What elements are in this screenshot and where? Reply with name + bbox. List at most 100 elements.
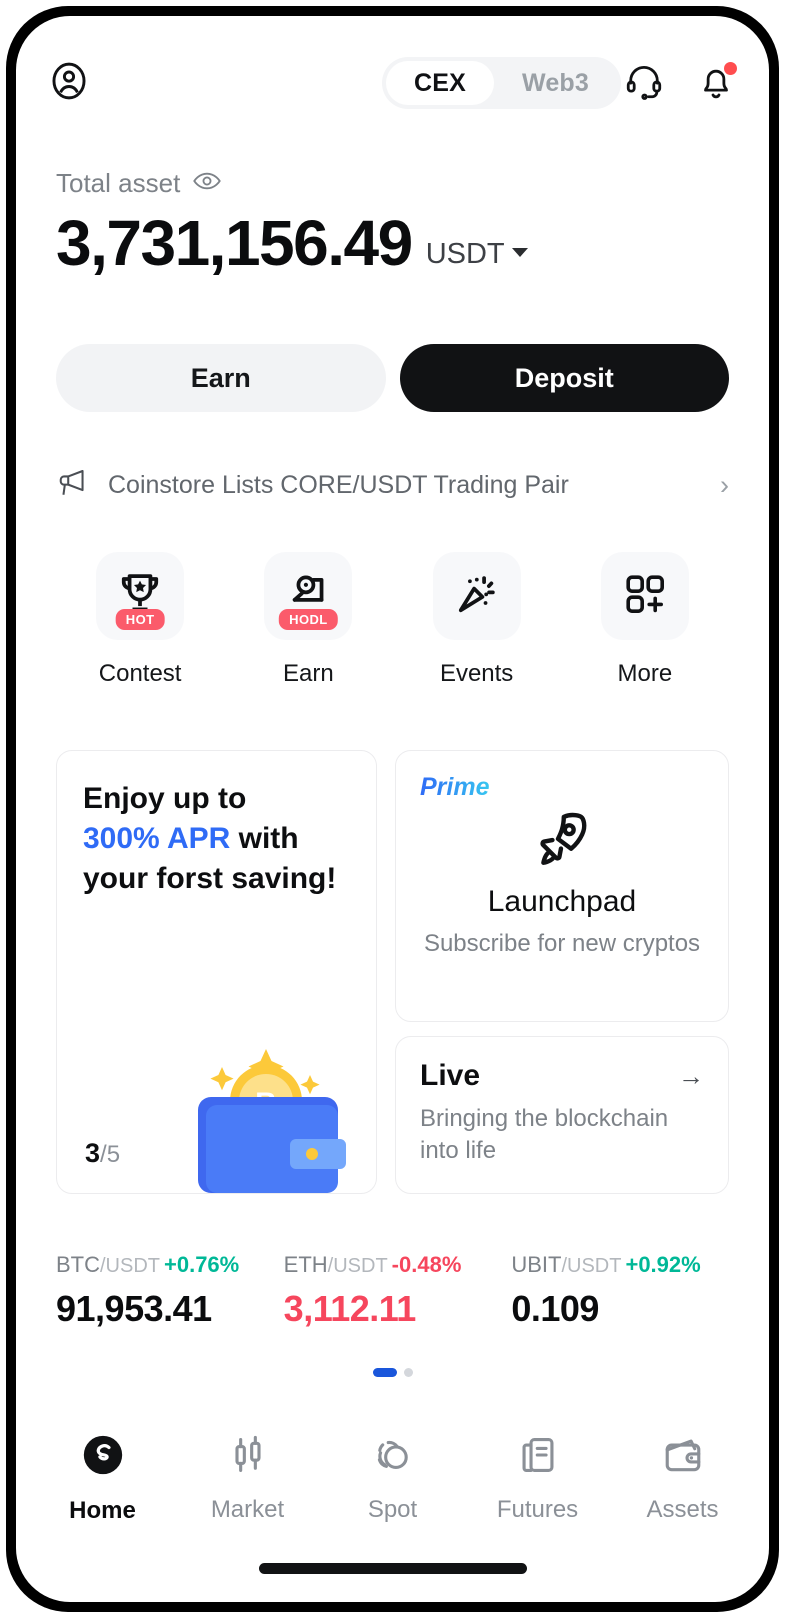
currency-selector[interactable]: USDT bbox=[426, 238, 528, 271]
launchpad-subtitle: Subscribe for new cryptos bbox=[423, 930, 701, 957]
notifications-button[interactable] bbox=[693, 60, 739, 106]
spot-circles-icon bbox=[371, 1433, 415, 1482]
tab-label-home: Home bbox=[69, 1496, 136, 1524]
promo-line-3: your forst saving! bbox=[83, 862, 337, 896]
wallet-bitcoin-icon: B bbox=[162, 1023, 362, 1193]
ticker-btc-price: 91,953.41 bbox=[56, 1288, 212, 1329]
profile-avatar-button[interactable] bbox=[46, 60, 92, 106]
megaphone-icon bbox=[56, 468, 90, 503]
right-card-column: Prime Launchpad Subscribe for new crypto… bbox=[395, 750, 729, 1194]
quick-action-label-earn: Earn bbox=[283, 660, 334, 687]
eye-icon[interactable] bbox=[192, 170, 222, 197]
tab-home[interactable]: Home bbox=[30, 1422, 175, 1534]
currency-label: USDT bbox=[425, 238, 505, 270]
announcement-banner[interactable]: Coinstore Lists CORE/USDT Trading Pair › bbox=[56, 456, 729, 514]
home-indicator bbox=[258, 1563, 527, 1574]
ticker-pagination[interactable] bbox=[16, 1368, 769, 1377]
toggle-option-web3[interactable]: Web3 bbox=[494, 61, 617, 105]
tab-futures[interactable]: Futures bbox=[465, 1422, 610, 1534]
announcement-text: Coinstore Lists CORE/USDT Trading Pair bbox=[108, 470, 569, 499]
bottom-tab-bar: Home Market Spot Futures Assets bbox=[16, 1422, 769, 1534]
prime-tag: Prime bbox=[420, 773, 490, 801]
more-tile[interactable] bbox=[600, 552, 689, 640]
carousel-counter: 3/5 bbox=[85, 1138, 120, 1169]
ticker-eth-price: 3,112.11 bbox=[283, 1288, 417, 1329]
tab-market[interactable]: Market bbox=[175, 1422, 320, 1534]
quick-actions: HOT Contest HODL Earn Events More bbox=[56, 552, 729, 688]
launchpad-title: Launchpad bbox=[487, 885, 637, 918]
quick-action-events[interactable]: Events bbox=[393, 552, 561, 688]
headset-icon bbox=[623, 60, 665, 107]
topbar-actions bbox=[621, 60, 739, 106]
tab-label-market: Market bbox=[210, 1495, 285, 1523]
ticker-ubit-price: 0.109 bbox=[511, 1288, 599, 1329]
promo-headline: Enjoy up to 300% APR with your forst sav… bbox=[83, 779, 350, 900]
carousel-total: /5 bbox=[100, 1141, 121, 1168]
chevron-right-icon: › bbox=[720, 469, 729, 500]
wallet-icon bbox=[661, 1433, 705, 1482]
tab-label-spot: Spot bbox=[367, 1495, 418, 1523]
promo-accent: 300% APR bbox=[83, 822, 231, 856]
pagination-dot[interactable] bbox=[403, 1368, 413, 1377]
total-asset-row: Total asset bbox=[56, 168, 729, 199]
saving-promo-card[interactable]: Enjoy up to 300% APR with your forst sav… bbox=[56, 750, 377, 1194]
tab-spot[interactable]: Spot bbox=[320, 1422, 465, 1534]
logo-s-icon bbox=[80, 1432, 126, 1483]
promo-line-2-tail: with bbox=[230, 822, 299, 856]
balance-section: Total asset 3,731,156.49 USDT bbox=[56, 168, 729, 275]
ticker-strip: BTC/USDT +0.76% 91,953.41 ETH/USDT -0.48% … bbox=[56, 1252, 739, 1330]
phone-frame: CEX Web3 Total asset 3,731,156.49 USDT E… bbox=[6, 6, 779, 1612]
ticker-btc-head: BTC/USDT +0.76% bbox=[56, 1252, 284, 1278]
contest-tile[interactable]: HOT bbox=[96, 552, 185, 640]
primary-actions: Earn Deposit bbox=[56, 344, 729, 412]
ticker-eth-quote: /USDT bbox=[327, 1255, 388, 1277]
ticker-eth-head: ETH/USDT -0.48% bbox=[284, 1252, 512, 1278]
quick-action-earn[interactable]: HODL Earn bbox=[224, 552, 392, 688]
document-icon bbox=[516, 1433, 560, 1482]
quick-action-label-more: More bbox=[617, 660, 673, 687]
pagination-dot-active[interactable] bbox=[372, 1368, 397, 1377]
carousel-current: 3 bbox=[85, 1138, 101, 1168]
total-asset-label: Total asset bbox=[56, 168, 181, 198]
ticker-ubit-quote: /USDT bbox=[561, 1255, 622, 1277]
ticker-eth-base: ETH bbox=[283, 1252, 328, 1277]
live-card[interactable]: Live → Bringing the blockchain into life bbox=[395, 1036, 729, 1194]
toggle-option-cex[interactable]: CEX bbox=[385, 61, 494, 105]
promo-line-1: Enjoy up to bbox=[83, 782, 247, 815]
quick-action-label-contest: Contest bbox=[98, 660, 182, 687]
tab-assets[interactable]: Assets bbox=[610, 1422, 755, 1534]
balance-row: 3,731,156.49 USDT bbox=[56, 211, 729, 275]
deposit-button[interactable]: Deposit bbox=[399, 344, 729, 412]
tab-label-futures: Futures bbox=[496, 1495, 579, 1523]
events-tile[interactable] bbox=[432, 552, 521, 640]
rocket-icon bbox=[531, 808, 593, 875]
ticker-eth-change: -0.48% bbox=[391, 1252, 462, 1277]
arrow-right-icon: → bbox=[678, 1061, 704, 1091]
phone-screen: CEX Web3 Total asset 3,731,156.49 USDT E… bbox=[16, 16, 769, 1602]
ticker-ubit-head: UBIT/USDT +0.92% bbox=[511, 1252, 739, 1278]
quick-action-more[interactable]: More bbox=[561, 552, 729, 688]
earn-button[interactable]: Earn bbox=[56, 344, 386, 412]
market-mode-toggle[interactable]: CEX Web3 bbox=[381, 57, 621, 109]
notification-badge bbox=[724, 62, 737, 75]
ticker-btc[interactable]: BTC/USDT +0.76% 91,953.41 bbox=[56, 1252, 284, 1330]
quick-action-label-events: Events bbox=[439, 660, 514, 687]
contest-badge: HOT bbox=[115, 609, 165, 630]
ticker-btc-change: +0.76% bbox=[164, 1252, 240, 1277]
quick-action-contest[interactable]: HOT Contest bbox=[56, 552, 224, 688]
ticker-ubit-change: +0.92% bbox=[625, 1252, 701, 1277]
launchpad-card[interactable]: Prime Launchpad Subscribe for new crypto… bbox=[395, 750, 729, 1022]
earn-badge: HODL bbox=[279, 609, 338, 630]
balance-amount: 3,731,156.49 bbox=[56, 207, 413, 279]
ticker-btc-quote: /USDT bbox=[100, 1255, 160, 1277]
candlestick-icon bbox=[226, 1433, 270, 1482]
tab-label-assets: Assets bbox=[646, 1495, 719, 1523]
support-button[interactable] bbox=[621, 60, 667, 106]
ticker-ubit[interactable]: UBIT/USDT +0.92% 0.109 bbox=[511, 1252, 739, 1330]
earn-tile[interactable]: HODL bbox=[264, 552, 353, 640]
user-circle-icon bbox=[47, 59, 91, 108]
live-title: Live bbox=[420, 1059, 481, 1092]
ticker-eth[interactable]: ETH/USDT -0.48% 3,112.11 bbox=[284, 1252, 512, 1330]
top-bar: CEX Web3 bbox=[16, 52, 769, 114]
live-subtitle: Bringing the blockchain into life bbox=[420, 1105, 669, 1165]
